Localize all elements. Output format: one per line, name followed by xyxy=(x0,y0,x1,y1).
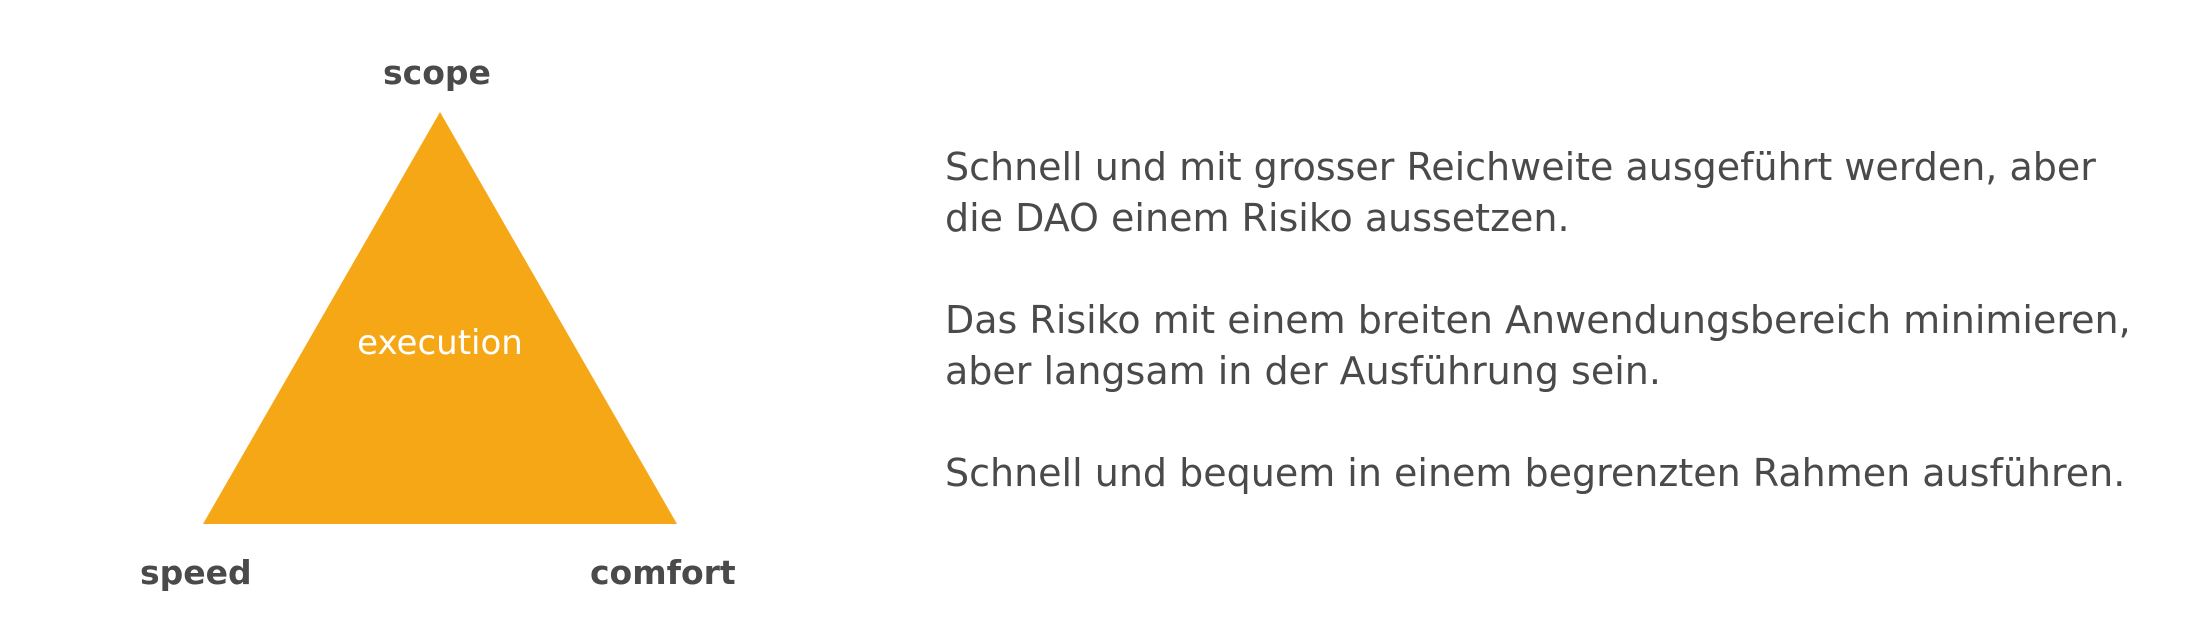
paragraph-line: Schnell und bequem in einem begrenzten R… xyxy=(945,451,2126,495)
paragraph-line: aber langsam in der Ausführung sein. xyxy=(945,349,1661,393)
description-panel: Schnell und mit grosser Reichweite ausge… xyxy=(945,142,2145,550)
triangle-diagram: scope speed comfort execution xyxy=(0,0,860,644)
paragraph-speed-comfort: Schnell und bequem in einem begrenzten R… xyxy=(945,448,2145,499)
execution-label: execution xyxy=(357,323,523,363)
paragraph-line: die DAO einem Risiko aussetzen. xyxy=(945,196,1570,240)
paragraph-scope-comfort: Das Risiko mit einem breiten Anwendungsb… xyxy=(945,295,2145,397)
triangle-svg xyxy=(203,112,677,524)
speed-label: speed xyxy=(140,553,252,592)
comfort-label: comfort xyxy=(590,553,736,592)
execution-triangle xyxy=(203,112,677,524)
paragraph-line: Schnell und mit grosser Reichweite ausge… xyxy=(945,145,2096,189)
scope-label: scope xyxy=(383,53,491,92)
paragraph-line: Das Risiko mit einem breiten Anwendungsb… xyxy=(945,298,2131,342)
paragraph-scope-speed: Schnell und mit grosser Reichweite ausge… xyxy=(945,142,2145,244)
